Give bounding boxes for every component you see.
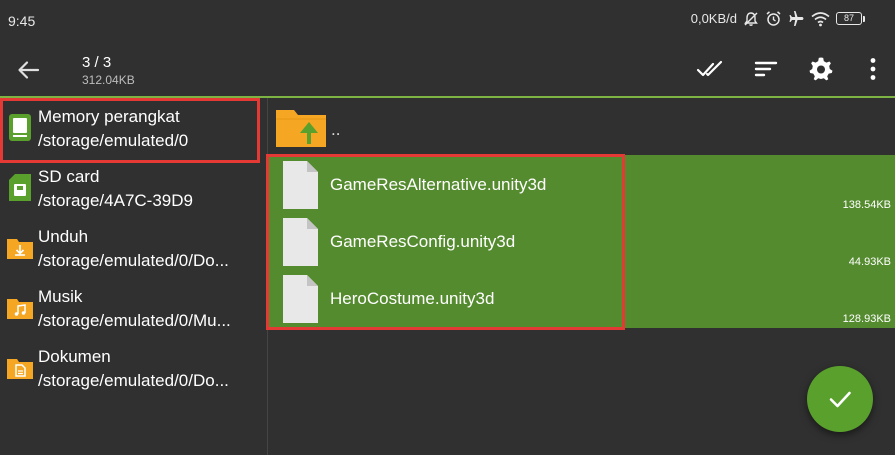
files-highlight-box [266,154,625,330]
back-arrow-icon[interactable] [16,57,42,83]
sidebar-item-dokumen[interactable]: Dokumen /storage/emulated/0/Do... [0,338,268,398]
selection-count: 3 / 3 [82,54,112,71]
sidebar-item-name: SD card [38,167,100,186]
bell-off-icon [744,11,758,26]
battery-icon: 87 [836,12,865,25]
sidebar-item-musik[interactable]: Musik /storage/emulated/0/Mu... [0,278,268,338]
wifi-icon [811,11,830,26]
status-bar: 9:45 0,0KB/d 87 [0,0,895,42]
music-folder-icon [7,299,33,319]
memory-highlight-box [0,98,260,163]
sidebar-item-name: Musik [38,287,83,306]
sort-icon[interactable] [752,55,780,83]
sidebar-item-name: Unduh [38,227,89,246]
sidebar-item-path: /storage/emulated/0/Do... [38,371,229,390]
more-icon[interactable] [859,55,887,83]
status-time: 9:45 [8,13,36,29]
selection-size: 312.04KB [82,73,135,87]
sidebar-item-path: /storage/emulated/0/Mu... [38,311,231,330]
battery-level: 87 [836,12,862,25]
sidebar-item-path: /storage/emulated/0/Do... [38,251,229,270]
download-folder-icon [7,239,33,259]
document-folder-icon [7,359,33,379]
check-icon [829,391,851,408]
file-size: 138.54KB [842,199,891,211]
selection-toolbar: 3 / 3 312.04KB [0,42,895,96]
status-icons: 0,0KB/d 87 [691,10,865,27]
alarm-icon [766,11,781,26]
sidebar-item-sd-card[interactable]: SD card /storage/4A7C-39D9 [0,158,268,218]
parent-folder-label: .. [331,120,341,139]
sidebar-item-name: Dokumen [38,347,111,366]
network-speed: 0,0KB/d [690,11,737,26]
sd-card-icon [9,174,31,201]
airplane-icon [789,11,804,26]
file-size: 128.93KB [842,313,891,325]
select-all-icon[interactable] [696,55,724,83]
settings-icon[interactable] [807,55,835,83]
sidebar-item-unduh[interactable]: Unduh /storage/emulated/0/Do... [0,218,268,278]
sidebar-item-path: /storage/4A7C-39D9 [38,191,193,210]
folder-up-icon [276,110,326,147]
file-size: 44.93KB [848,256,891,268]
confirm-fab-button[interactable] [807,366,873,432]
parent-folder-row[interactable]: .. [269,98,895,155]
